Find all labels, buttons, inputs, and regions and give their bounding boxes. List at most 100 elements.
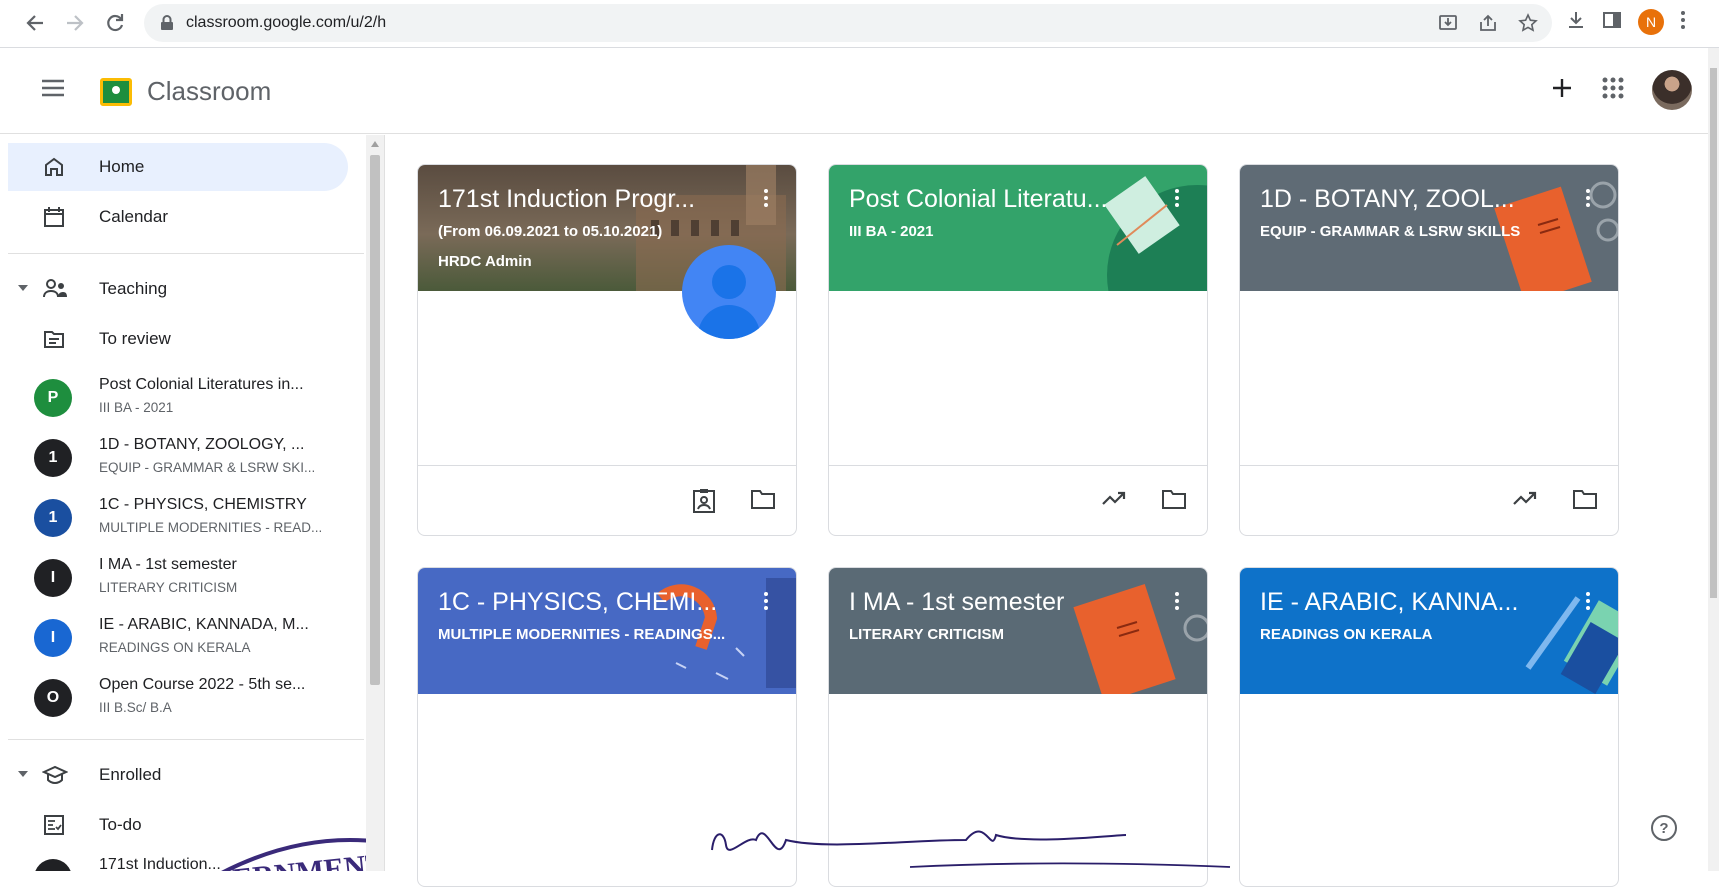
share-icon[interactable] (1478, 13, 1498, 38)
nav-calendar-label: Calendar (99, 207, 168, 226)
url-text[interactable]: classroom.google.com/u/2/h (186, 14, 386, 32)
sidebar-scrollbar[interactable] (366, 135, 384, 871)
class-name: IE - ARABIC, KANNADA, M... (99, 616, 309, 633)
sidebar-class-item[interactable]: O Open Course 2022 - 5th se... III B.Sc/… (8, 667, 348, 727)
class-card-title[interactable]: I MA - 1st semester (849, 588, 1064, 617)
card-more-options-icon[interactable] (764, 592, 768, 596)
bookmark-star-icon[interactable] (1518, 13, 1538, 38)
to-review-folder-icon (42, 327, 66, 351)
class-card-title[interactable]: 1D - BOTANY, ZOOL... (1260, 185, 1515, 214)
scroll-up-arrow-icon[interactable] (371, 141, 379, 147)
forward-icon[interactable] (62, 10, 88, 36)
class-card-title[interactable]: 171st Induction Progr... (438, 185, 695, 214)
sidebar-class-item[interactable]: I IE - ARABIC, KANNADA, M... READINGS ON… (8, 607, 348, 667)
class-card-title[interactable]: IE - ARABIC, KANNA... (1260, 588, 1518, 617)
pencil-illustration (1525, 596, 1618, 694)
classroom-app-bar: Classroom (0, 48, 1708, 134)
expand-caret-icon[interactable] (18, 285, 28, 291)
gradebook-trend-icon[interactable] (1512, 488, 1538, 515)
address-bar[interactable]: classroom.google.com/u/2/h (144, 4, 1552, 42)
chrome-menu-icon[interactable] (1680, 10, 1686, 35)
account-avatar[interactable] (1652, 70, 1692, 110)
sidebar-scroll-thumb[interactable] (370, 155, 380, 685)
class-card[interactable]: IE - ARABIC, KANNA... READINGS ON KERALA (1239, 567, 1619, 887)
download-icon[interactable] (1566, 10, 1586, 35)
install-app-icon[interactable] (1438, 13, 1458, 38)
class-card-banner[interactable]: 1C - PHYSICS, CHEMI... MULTIPLE MODERNIT… (418, 568, 796, 694)
nav-to-review[interactable]: To review (8, 315, 348, 363)
class-folder-icon[interactable] (1161, 488, 1187, 515)
nav-home[interactable]: Home (8, 143, 348, 191)
card-more-options-icon[interactable] (1586, 592, 1590, 596)
your-work-icon[interactable] (692, 488, 716, 519)
nav-calendar[interactable]: Calendar (8, 193, 348, 241)
class-card-subtitle: EQUIP - GRAMMAR & LSRW SKILLS (1260, 223, 1521, 240)
class-card-footer (829, 465, 1207, 535)
divider (8, 739, 364, 740)
nav-enrolled[interactable]: Enrolled (8, 751, 348, 799)
app-title[interactable]: Classroom (147, 76, 271, 107)
sidebar-class-item[interactable]: I I MA - 1st semester LITERARY CRITICISM (8, 547, 348, 607)
class-card-footer (1240, 465, 1618, 535)
page-scroll-thumb[interactable] (1710, 68, 1717, 598)
class-initial-avatar (34, 859, 72, 871)
reload-icon[interactable] (102, 10, 128, 36)
gradebook-trend-icon[interactable] (1101, 488, 1127, 515)
class-initial-avatar: I (34, 619, 72, 657)
class-name: 1C - PHYSICS, CHEMISTRY (99, 496, 307, 513)
class-card[interactable]: 171st Induction Progr... (From 06.09.202… (417, 164, 797, 536)
class-name: I MA - 1st semester (99, 556, 237, 573)
enrolled-graduation-cap-icon (41, 763, 69, 787)
class-section: III BA - 2021 (99, 400, 174, 415)
class-card-banner[interactable]: I MA - 1st semester LITERARY CRITICISM (829, 568, 1207, 694)
class-card-subtitle: LITERARY CRITICISM (849, 626, 1005, 643)
nav-todo-label: To-do (99, 815, 142, 834)
help-icon[interactable]: ? (1651, 815, 1677, 841)
class-card-banner[interactable]: IE - ARABIC, KANNA... READINGS ON KERALA (1240, 568, 1618, 694)
back-icon[interactable] (22, 10, 48, 36)
nav-enrolled-label: Enrolled (99, 765, 162, 784)
class-initial-avatar: P (34, 379, 72, 417)
class-section: EQUIP - GRAMMAR & LSRW SKI... (99, 460, 316, 475)
class-folder-icon[interactable] (750, 488, 776, 519)
class-card-banner[interactable]: Post Colonial Literatu... III BA - 2021 (829, 165, 1207, 291)
class-card-subtitle: READINGS ON KERALA (1260, 626, 1433, 643)
class-card-title[interactable]: Post Colonial Literatu... (849, 185, 1107, 214)
class-card-banner[interactable]: 1D - BOTANY, ZOOL... EQUIP - GRAMMAR & L… (1240, 165, 1618, 291)
teaching-icon (42, 277, 67, 301)
sidebar-class-item[interactable]: P Post Colonial Literatures in... III BA… (8, 367, 348, 427)
card-more-options-icon[interactable] (1175, 592, 1179, 596)
class-section: MULTIPLE MODERNITIES - READ... (99, 520, 323, 535)
classroom-logo[interactable] (100, 78, 132, 106)
card-more-options-icon[interactable] (1175, 189, 1179, 193)
nav-home-label: Home (99, 157, 145, 176)
class-card[interactable]: Post Colonial Literatu... III BA - 2021 (828, 164, 1208, 536)
class-folder-icon[interactable] (1572, 488, 1598, 515)
nav-teaching[interactable]: Teaching (8, 265, 348, 313)
class-card[interactable]: 1D - BOTANY, ZOOL... EQUIP - GRAMMAR & L… (1239, 164, 1619, 536)
card-more-options-icon[interactable] (764, 189, 768, 193)
main-menu-icon[interactable] (40, 78, 66, 103)
class-section: III B.Sc/ B.A (99, 700, 172, 715)
page-scrollbar[interactable] (1708, 48, 1719, 871)
class-name: Post Colonial Literatures in... (99, 376, 304, 393)
class-card-subtitle: MULTIPLE MODERNITIES - READINGS... (438, 626, 726, 643)
sidebar-divider (384, 135, 385, 871)
class-card-title[interactable]: 1C - PHYSICS, CHEMI... (438, 588, 717, 617)
class-card-subtitle: III BA - 2021 (849, 223, 934, 240)
add-class-icon[interactable] (1550, 76, 1574, 105)
class-initial-avatar: I (34, 559, 72, 597)
browser-profile-avatar[interactable]: N (1638, 9, 1664, 35)
sidebar-class-item[interactable]: 1 1C - PHYSICS, CHEMISTRY MULTIPLE MODER… (8, 487, 348, 547)
lock-icon (160, 15, 174, 36)
nav-teaching-label: Teaching (99, 279, 168, 298)
class-initial-avatar: 1 (34, 439, 72, 477)
card-more-options-icon[interactable] (1586, 189, 1590, 193)
google-apps-icon[interactable] (1602, 77, 1624, 104)
side-panel-icon[interactable] (1602, 10, 1622, 35)
browser-toolbar: classroom.google.com/u/2/h N (0, 0, 1719, 48)
class-name: 1D - BOTANY, ZOOLOGY, ... (99, 436, 305, 453)
books-illustration (1104, 176, 1207, 291)
expand-caret-icon[interactable] (18, 771, 28, 777)
sidebar-class-item[interactable]: 1 1D - BOTANY, ZOOLOGY, ... EQUIP - GRAM… (8, 427, 348, 487)
